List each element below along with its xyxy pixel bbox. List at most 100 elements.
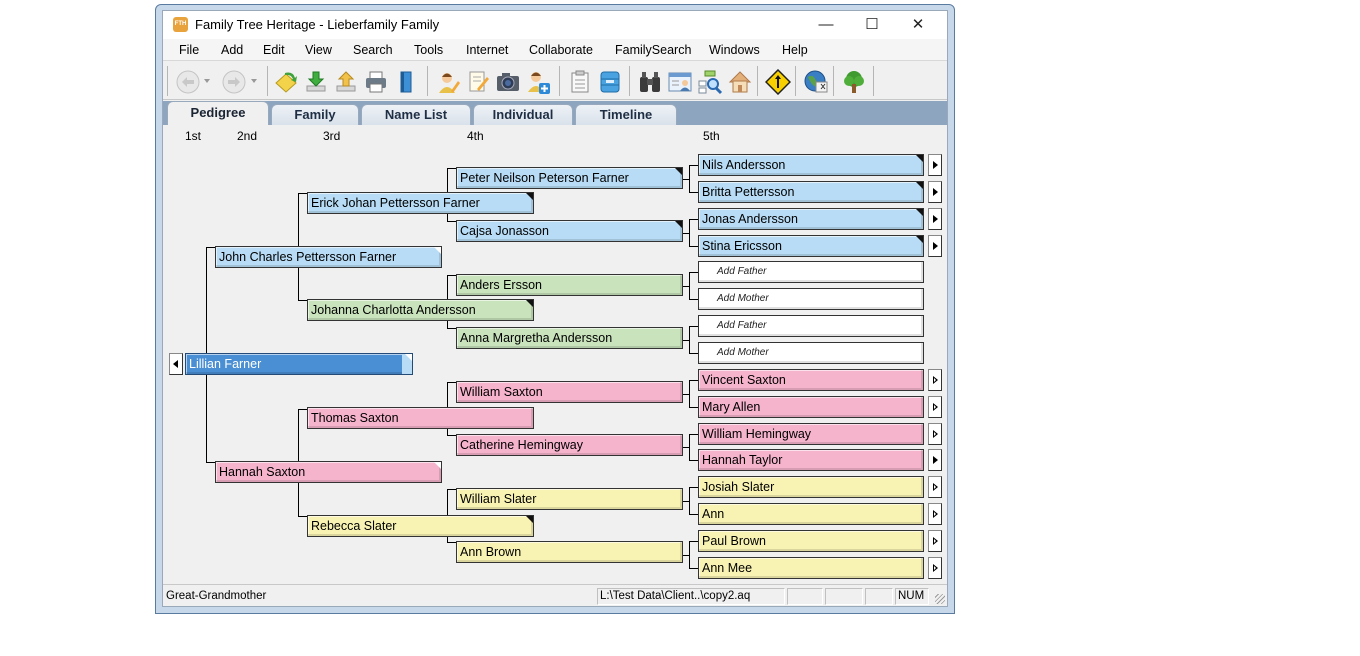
- person-box-gen4[interactable]: Catherine Hemingway: [456, 434, 683, 456]
- menu-collaborate[interactable]: Collaborate: [529, 43, 593, 57]
- add-father-button[interactable]: Add Father: [698, 261, 924, 283]
- toolbar-separator: [795, 66, 796, 96]
- expand-ancestors-button[interactable]: [928, 503, 942, 525]
- close-button[interactable]: ✕: [895, 11, 941, 39]
- expand-ancestors-button[interactable]: [928, 396, 942, 418]
- person-box-gen5[interactable]: William Hemingway: [698, 423, 924, 445]
- person-name: Vincent Saxton: [702, 373, 786, 387]
- tab-family[interactable]: Family: [271, 104, 359, 125]
- back-history-dropdown[interactable]: [204, 79, 210, 83]
- expand-ancestors-button[interactable]: [928, 181, 942, 203]
- expand-ancestors-button[interactable]: [928, 154, 942, 176]
- person-box-gen3[interactable]: Rebecca Slater: [307, 515, 534, 537]
- generation-label: 1st: [185, 129, 202, 143]
- person-box-gen5[interactable]: Jonas Andersson: [698, 208, 924, 230]
- connector-line: [689, 219, 698, 220]
- person-box-gen3[interactable]: Thomas Saxton: [307, 407, 534, 429]
- edit-person-icon[interactable]: [435, 69, 461, 95]
- app-logo-icon: FTH: [173, 17, 188, 32]
- forward-icon[interactable]: [221, 69, 247, 95]
- person-box-gen5[interactable]: Vincent Saxton: [698, 369, 924, 391]
- person-name: Catherine Hemingway: [460, 438, 583, 452]
- open-family-icon[interactable]: [273, 69, 299, 95]
- person-box-gen5[interactable]: Nils Andersson: [698, 154, 924, 176]
- add-mother-button[interactable]: Add Mother: [698, 288, 924, 310]
- person-box-gen3[interactable]: Johanna Charlotta Andersson: [307, 299, 534, 321]
- checklist-icon[interactable]: [567, 69, 593, 95]
- person-box-gen5[interactable]: Mary Allen: [698, 396, 924, 418]
- expand-ancestors-button[interactable]: [928, 476, 942, 498]
- menu-file[interactable]: File: [179, 43, 199, 57]
- globe-icon[interactable]: [803, 69, 829, 95]
- connector-line: [689, 460, 698, 461]
- database-icon[interactable]: [597, 69, 623, 95]
- person-box-mother[interactable]: Hannah Saxton: [215, 461, 442, 483]
- person-box-gen5[interactable]: Hannah Taylor: [698, 449, 924, 471]
- person-box-gen4[interactable]: William Slater: [456, 488, 683, 510]
- arrow-right-icon: [933, 376, 938, 384]
- navigate-child-button[interactable]: [169, 353, 183, 375]
- expand-ancestors-button[interactable]: [928, 423, 942, 445]
- person-box-gen4[interactable]: Anna Margretha Andersson: [456, 327, 683, 349]
- person-name: Peter Neilson Peterson Farner: [460, 171, 629, 185]
- tab-pedigree[interactable]: Pedigree: [167, 101, 269, 125]
- connector-line: [206, 462, 215, 463]
- menu-internet[interactable]: Internet: [466, 43, 508, 57]
- maximize-button[interactable]: ☐: [849, 11, 895, 39]
- expand-ancestors-button[interactable]: [928, 557, 942, 579]
- person-card-icon[interactable]: [667, 69, 693, 95]
- tab-individual[interactable]: Individual: [473, 104, 573, 125]
- menu-familysearch[interactable]: FamilySearch: [615, 43, 691, 57]
- person-box-root[interactable]: Lillian Farner: [185, 353, 413, 375]
- print-icon[interactable]: [363, 69, 389, 95]
- person-box-gen5[interactable]: Josiah Slater: [698, 476, 924, 498]
- pedigree-chart: 1st 2nd 3rd 4th 5th Lillian Farner John …: [163, 125, 947, 587]
- person-box-gen5[interactable]: Paul Brown: [698, 530, 924, 552]
- person-box-father[interactable]: John Charles Pettersson Farner: [215, 246, 442, 268]
- person-name: John Charles Pettersson Farner: [219, 250, 397, 264]
- tab-name-list[interactable]: Name List: [361, 104, 471, 125]
- upload-icon[interactable]: [333, 69, 359, 95]
- person-box-gen4[interactable]: Cajsa Jonasson: [456, 220, 683, 242]
- expand-ancestors-button[interactable]: [928, 449, 942, 471]
- person-box-gen5[interactable]: Ann: [698, 503, 924, 525]
- menu-add[interactable]: Add: [221, 43, 243, 57]
- expand-ancestors-button[interactable]: [928, 235, 942, 257]
- person-box-gen4[interactable]: Anders Ersson: [456, 274, 683, 296]
- tab-timeline[interactable]: Timeline: [575, 104, 677, 125]
- menu-help[interactable]: Help: [782, 43, 808, 57]
- menu-view[interactable]: View: [305, 43, 332, 57]
- expand-ancestors-button[interactable]: [928, 369, 942, 391]
- add-father-button[interactable]: Add Father: [698, 315, 924, 337]
- person-box-gen4[interactable]: Ann Brown: [456, 541, 683, 563]
- menu-edit[interactable]: Edit: [263, 43, 285, 57]
- person-box-gen5[interactable]: Britta Pettersson: [698, 181, 924, 203]
- person-box-gen5[interactable]: Stina Ericsson: [698, 235, 924, 257]
- tree-icon[interactable]: [841, 69, 867, 95]
- home-icon[interactable]: [727, 69, 753, 95]
- notes-icon[interactable]: [465, 69, 491, 95]
- add-person-icon[interactable]: [525, 69, 551, 95]
- connector-line: [689, 299, 698, 300]
- book-icon[interactable]: [393, 69, 419, 95]
- chart-search-icon[interactable]: [697, 69, 723, 95]
- add-mother-button[interactable]: Add Mother: [698, 342, 924, 364]
- expand-ancestors-button[interactable]: [928, 208, 942, 230]
- person-box-gen5[interactable]: Ann Mee: [698, 557, 924, 579]
- binoculars-icon[interactable]: [637, 69, 663, 95]
- camera-icon[interactable]: [495, 69, 521, 95]
- person-box-gen4[interactable]: Peter Neilson Peterson Farner: [456, 167, 683, 189]
- resize-grip[interactable]: [935, 594, 945, 604]
- person-box-gen4[interactable]: William Saxton: [456, 381, 683, 403]
- back-icon[interactable]: [175, 69, 201, 95]
- menu-tools[interactable]: Tools: [414, 43, 443, 57]
- menu-windows[interactable]: Windows: [709, 43, 760, 57]
- merge-sign-icon[interactable]: [764, 68, 792, 96]
- menu-search[interactable]: Search: [353, 43, 393, 57]
- person-box-gen3[interactable]: Erick Johan Pettersson Farner: [307, 192, 534, 214]
- minimize-button[interactable]: —: [803, 11, 849, 39]
- forward-history-dropdown[interactable]: [251, 79, 257, 83]
- app-window: FTH Family Tree Heritage - Lieberfamily …: [155, 4, 955, 614]
- expand-ancestors-button[interactable]: [928, 530, 942, 552]
- download-icon[interactable]: [303, 69, 329, 95]
